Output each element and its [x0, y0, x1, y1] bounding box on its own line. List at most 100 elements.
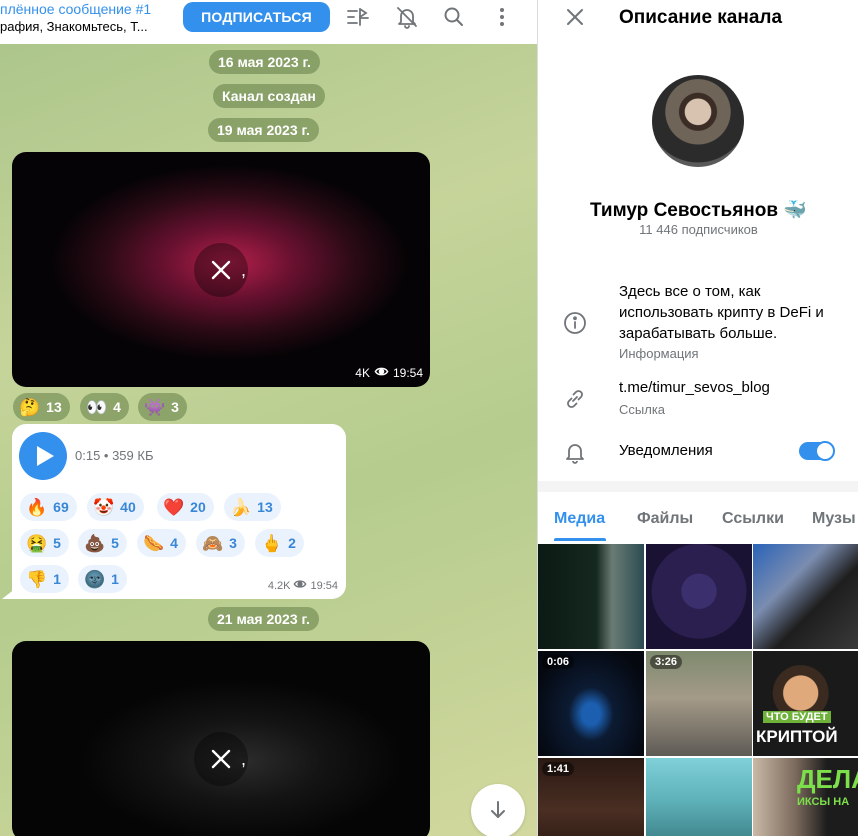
bell-off-icon[interactable]	[394, 4, 420, 30]
more-vertical-icon[interactable]	[489, 4, 515, 30]
date-separator[interactable]: 16 мая 2023 г.	[209, 50, 320, 74]
play-button[interactable]	[19, 432, 67, 480]
reaction-chip[interactable]: 🌭 4	[137, 529, 186, 557]
video-meta: 4K 19:54	[355, 364, 423, 382]
play-icon	[37, 446, 54, 466]
reaction-chip[interactable]: ❤️ 20	[157, 493, 214, 521]
chat-header: плённое сообщение #1 рафия, Знакомьтесь,…	[0, 0, 537, 44]
tab-music[interactable]: Музы	[812, 510, 856, 528]
pinned-text: рафия, Знакомьтесь, Т...	[0, 19, 148, 34]
reaction-emoji: 👾	[144, 397, 166, 417]
reaction-emoji: ❤️	[163, 497, 185, 517]
reaction-count: 20	[190, 499, 206, 515]
media-tile[interactable]	[646, 544, 752, 649]
voice-message: 0:15 • 359 КБ 🔥 69 🤡 40 ❤️ 20 🍌 13 🤮 5 💩 5 🌭 4 …	[12, 424, 346, 599]
section-divider	[538, 481, 858, 492]
info-icon	[562, 310, 588, 336]
media-tile[interactable]: ЧТО БУДЕТ КРИПТОЙ	[753, 651, 858, 756]
search-icon[interactable]	[441, 4, 467, 30]
reaction-count: 5	[53, 535, 61, 551]
subscriber-count: 11 446 подписчиков	[639, 222, 758, 237]
reaction-emoji: 👎	[26, 569, 48, 589]
panel-title: Описание канала	[619, 7, 783, 28]
channel-name: Тимур Севостьянов 🐳	[590, 200, 807, 221]
reaction-count: 69	[53, 499, 69, 515]
view-count: 4.2K	[267, 579, 291, 592]
reaction-emoji: 🙈	[202, 533, 224, 553]
thumbnail-caption: ДЕЛА	[797, 764, 858, 794]
video-message[interactable]: , 4K 19:54	[12, 152, 430, 387]
channel-info-pane: Описание канала Тимур Севостьянов 🐳 11 4…	[537, 0, 858, 836]
chat-pane: плённое сообщение #1 рафия, Знакомьтесь,…	[0, 0, 537, 836]
close-icon[interactable]	[194, 243, 248, 297]
reaction-count: 1	[111, 571, 119, 587]
reaction-chip[interactable]: 👾 3	[138, 393, 187, 421]
reaction-emoji: 👀	[86, 397, 108, 417]
reaction-chip[interactable]: 🙈 3	[196, 529, 245, 557]
video-time: 19:54	[392, 366, 423, 380]
video-caption-fragment: ,	[241, 749, 247, 769]
reaction-emoji: 🍌	[230, 497, 252, 517]
link-caption: Ссылка	[619, 402, 666, 417]
channel-description: Здесь все о том, как использовать крипту…	[619, 283, 824, 342]
reaction-count: 13	[46, 399, 62, 415]
media-tile[interactable]	[646, 758, 752, 836]
reaction-count: 5	[111, 535, 119, 551]
tab-media[interactable]: Медиа	[554, 510, 605, 528]
reaction-count: 4	[170, 535, 178, 551]
reaction-emoji: 🌚	[84, 569, 106, 589]
reaction-count: 2	[288, 535, 296, 551]
media-tile[interactable]	[753, 544, 858, 649]
media-tile[interactable]: ДЕЛА ИКСЫ НА	[753, 758, 858, 836]
tab-links[interactable]: Ссылки	[722, 510, 784, 528]
pinned-title: плённое сообщение #1	[0, 1, 152, 17]
tune-icon[interactable]	[345, 4, 371, 30]
service-message: Канал создан	[213, 84, 325, 108]
thumbnail-caption: ЧТО БУДЕТ	[763, 711, 831, 723]
subscribe-button[interactable]: ПОДПИСАТЬСЯ	[183, 2, 330, 32]
video-message[interactable]: ,	[12, 641, 430, 836]
thumbnail-caption: КРИПТОЙ	[756, 727, 838, 746]
date-separator[interactable]: 19 мая 2023 г.	[208, 118, 319, 142]
tab-files[interactable]: Файлы	[637, 510, 693, 528]
arrow-down-icon	[491, 801, 505, 818]
date-separator[interactable]: 21 мая 2023 г.	[208, 607, 319, 631]
eye-icon	[293, 577, 307, 594]
scroll-down-button[interactable]	[471, 784, 525, 836]
reaction-chip[interactable]: 🍌 13	[224, 493, 281, 521]
close-icon[interactable]	[562, 4, 588, 30]
reaction-chip[interactable]: 💩 5	[78, 529, 127, 557]
media-tile[interactable]: 1:41	[538, 758, 644, 836]
media-tabs: Медиа Файлы Ссылки Музы	[538, 500, 858, 542]
link-icon	[562, 386, 588, 412]
reaction-count: 13	[257, 499, 273, 515]
reaction-emoji: 🤮	[26, 533, 48, 553]
reaction-chip[interactable]: 🔥 69	[20, 493, 77, 521]
avatar[interactable]	[652, 75, 744, 167]
notifications-toggle[interactable]	[799, 441, 835, 461]
message-meta: 4.2K 19:54	[268, 577, 338, 594]
reaction-chip[interactable]: 🤔 13	[13, 393, 70, 421]
reaction-chip[interactable]: 🤡 40	[87, 493, 144, 521]
video-duration: 0:06	[542, 655, 575, 669]
reaction-chip[interactable]: 🌚 1	[78, 565, 127, 593]
media-tile[interactable]	[538, 544, 644, 649]
notifications-label: Уведомления	[619, 442, 713, 459]
pinned-message[interactable]: плённое сообщение #1 рафия, Знакомьтесь,…	[0, 0, 170, 40]
reaction-emoji: 🖕	[261, 533, 283, 553]
close-icon[interactable]	[194, 732, 248, 786]
reaction-count: 3	[229, 535, 237, 551]
reaction-count: 40	[120, 499, 136, 515]
media-tile[interactable]: 3:26	[646, 651, 752, 756]
channel-link[interactable]: t.me/timur_sevos_blog	[619, 379, 770, 396]
reaction-chip[interactable]: 👀 4	[80, 393, 129, 421]
reaction-emoji: 💩	[84, 533, 106, 553]
reaction-emoji: 🌭	[143, 533, 165, 553]
thumbnail-caption: ИКСЫ НА	[797, 796, 850, 808]
reaction-chip[interactable]: 🤮 5	[20, 529, 69, 557]
reaction-chip[interactable]: 🖕 2	[255, 529, 304, 557]
reaction-chip[interactable]: 👎 1	[20, 565, 69, 593]
reaction-count: 4	[113, 399, 121, 415]
media-tile[interactable]: 0:06	[538, 651, 644, 756]
reaction-emoji: 🔥	[26, 497, 48, 517]
